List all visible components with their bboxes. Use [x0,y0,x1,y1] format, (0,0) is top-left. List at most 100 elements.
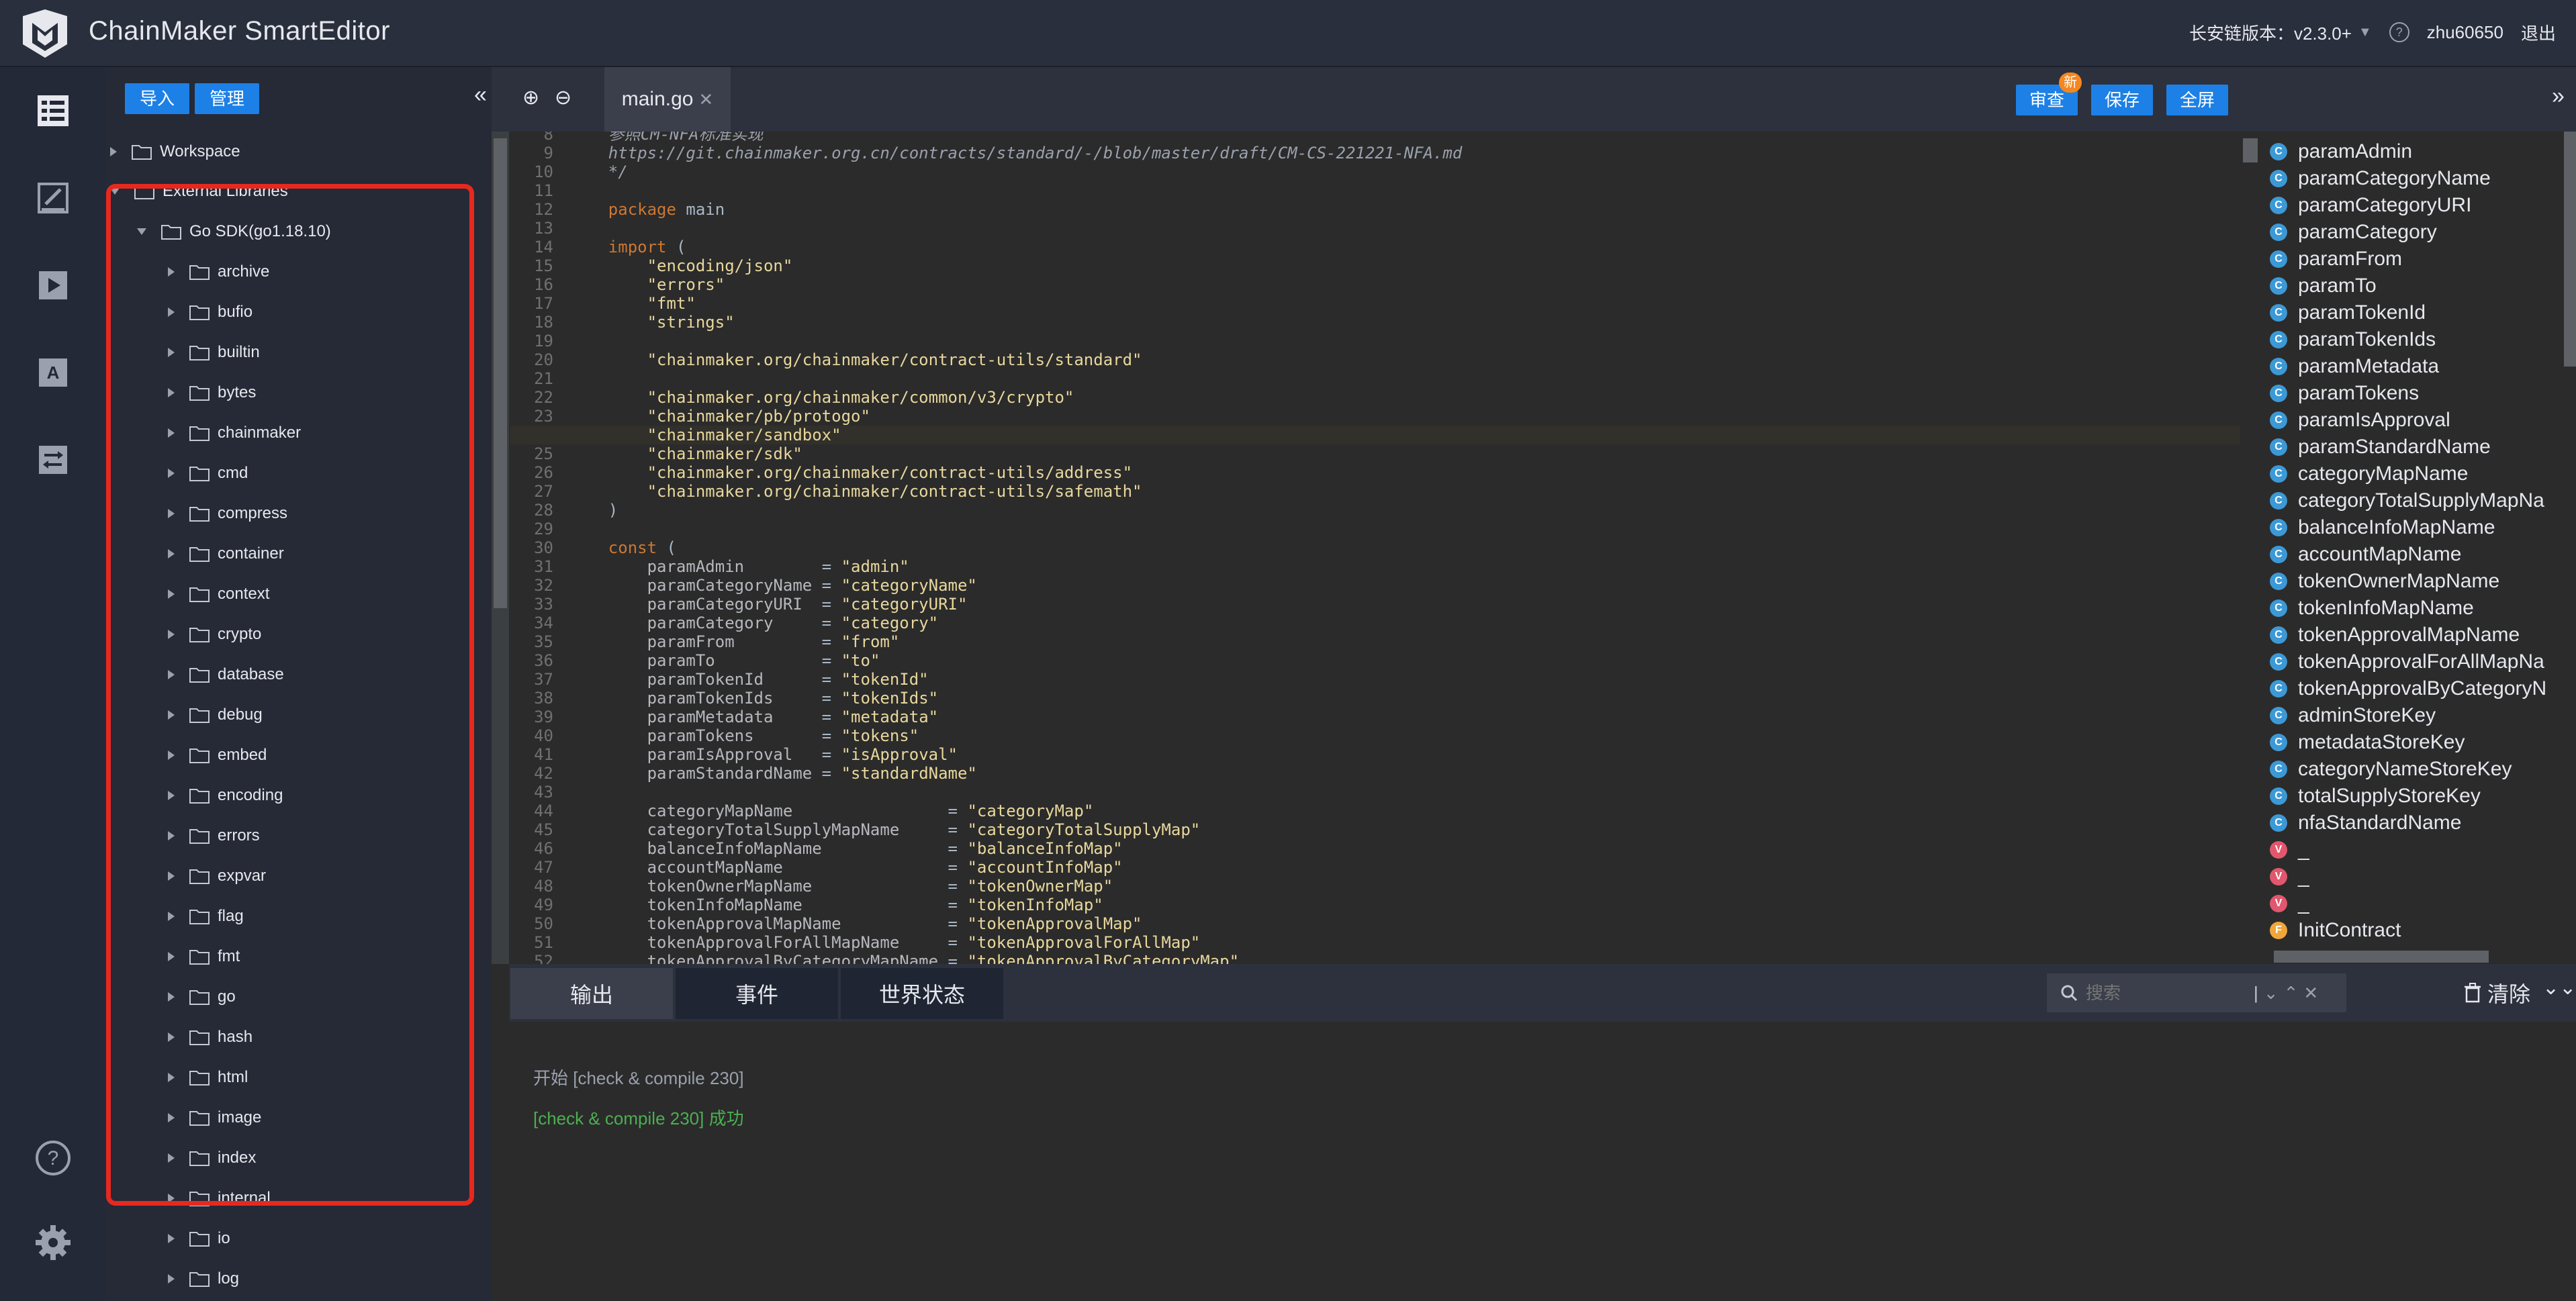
clear-output-button[interactable]: 清除 [2463,977,2530,1008]
import-button[interactable]: 导入 [125,83,190,114]
tree-item-workspace[interactable]: Workspace [106,132,492,171]
next-match-icon[interactable]: ⌄ [2264,983,2279,1004]
save-button[interactable]: 保存 [2091,85,2154,115]
tree-item-package[interactable]: builtin [106,333,492,372]
tree-item-package[interactable]: errors [106,816,492,855]
tree-item-package[interactable]: encoding [106,776,492,815]
tree-item-package[interactable]: compress [106,494,492,533]
code-scrollbar[interactable] [2240,132,2260,964]
tree-item-package[interactable]: debug [106,695,492,734]
tree-item-package[interactable]: image [106,1098,492,1137]
outline-item[interactable]: CcategoryMapName [2270,461,2468,487]
outline-item[interactable]: CparamTokenId [2270,299,2426,326]
deploy-icon[interactable]: A [34,353,73,392]
expand-arrow-icon[interactable] [168,1113,175,1122]
outline-item[interactable]: CcategoryNameStoreKey [2270,756,2512,783]
expand-arrow-icon[interactable] [168,871,175,881]
chevron-down-icon[interactable]: ▼ [2358,25,2372,40]
expand-arrow-icon[interactable] [168,348,175,357]
outline-horizontal-scrollbar[interactable] [2274,951,2489,963]
tree-item-package[interactable]: bytes [106,373,492,412]
outline-item[interactable]: V _ [2270,836,2309,863]
expand-arrow-icon[interactable] [168,428,175,438]
collapse-right-icon[interactable]: » [2552,83,2565,109]
tree-item-package[interactable]: bufio [106,293,492,332]
tree-item-package[interactable]: archive [106,252,492,291]
tree-item-package[interactable]: go [106,977,492,1016]
expand-arrow-icon[interactable] [168,549,175,559]
expand-arrow-icon[interactable] [168,791,175,800]
tree-item-package[interactable]: crypto [106,615,492,654]
expand-arrow-icon[interactable] [168,831,175,840]
outline-item[interactable]: CbalanceInfoMapName [2270,514,2495,541]
logout-link[interactable]: 退出 [2521,20,2556,45]
manage-button[interactable]: 管理 [195,83,260,114]
outline-item[interactable]: CparamTokenIds [2270,326,2436,353]
collapse-arrow-icon[interactable] [137,228,146,235]
outline-item[interactable]: CaccountMapName [2270,541,2461,568]
outline-scrollbar[interactable] [2564,132,2576,367]
tab-world-state[interactable]: 世界状态 [841,968,1003,1019]
tree-item-go-sdk[interactable]: Go SDK(go1.18.10) [106,212,492,251]
settings-gear-icon[interactable] [34,1223,73,1262]
run-icon[interactable] [34,266,73,305]
outline-item[interactable]: CparamStandardName [2270,434,2491,461]
tab-output[interactable]: 输出 [510,968,673,1019]
tree-item-package[interactable]: index [106,1139,492,1177]
search-input[interactable] [2084,981,2248,1004]
expand-arrow-icon[interactable] [168,952,175,961]
expand-arrow-icon[interactable] [168,1153,175,1163]
scrollbar-thumb[interactable] [494,138,507,608]
tree-scrollbar[interactable] [492,132,509,964]
outline-item[interactable]: F InitContract [2270,917,2401,944]
close-tab-icon[interactable]: ✕ [698,89,713,110]
fullscreen-button[interactable]: 全屏 [2166,85,2229,115]
tree-item-package[interactable]: hash [106,1018,492,1057]
collapse-arrow-icon[interactable] [110,188,120,195]
expand-arrow-icon[interactable] [168,751,175,760]
help-icon[interactable]: ? [2389,22,2409,42]
zoom-out-icon[interactable]: ⊖ [555,86,571,109]
prev-match-icon[interactable]: ⌃ [2284,983,2299,1004]
outline-item[interactable]: CcategoryTotalSupplyMapNa [2270,487,2544,514]
tree-item-package[interactable]: database [106,655,492,694]
expand-arrow-icon[interactable] [168,307,175,317]
expand-arrow-icon[interactable] [168,509,175,518]
file-tab-main-go[interactable]: main.go ✕ [604,67,731,132]
outline-item[interactable]: CparamFrom [2270,246,2402,273]
expand-arrow-icon[interactable] [168,992,175,1002]
expand-arrow-icon[interactable] [168,589,175,599]
close-search-icon[interactable]: ✕ [2303,983,2318,1004]
expand-arrow-icon[interactable] [168,469,175,478]
outline-item[interactable]: CtokenOwnerMapName [2270,568,2499,595]
tree-item-package[interactable]: cmd [106,454,492,493]
expand-arrow-icon[interactable] [168,710,175,720]
outline-item[interactable]: CtotalSupplyStoreKey [2270,783,2481,810]
outline-item[interactable]: CparamCategory [2270,219,2437,246]
tree-item-package[interactable]: io [106,1219,492,1258]
expand-arrow-icon[interactable] [110,147,117,156]
code-editor[interactable]: 8 参照CM-NFA标准实现 9 https://git.chainmaker.o… [492,132,2240,964]
transfer-icon[interactable] [34,440,73,479]
outline-item[interactable]: CnfaStandardName [2270,810,2462,836]
outline-item[interactable]: CparamCategoryURI [2270,192,2471,219]
tree-item-package[interactable]: container [106,534,492,573]
tab-events[interactable]: 事件 [676,968,838,1019]
tree-item-package[interactable]: internal [106,1179,492,1218]
tree-item-package[interactable]: context [106,575,492,614]
expand-arrow-icon[interactable] [168,670,175,679]
outline-item[interactable]: CparamCategoryName [2270,165,2491,192]
outline-item[interactable]: CparamTokens [2270,380,2419,407]
zoom-in-icon[interactable]: ⊕ [522,86,539,109]
outline-item[interactable]: CmetadataStoreKey [2270,729,2465,756]
tree-item-package[interactable]: log [106,1259,492,1298]
outline-item[interactable]: V _ [2270,890,2309,917]
outline-item[interactable]: CadminStoreKey [2270,702,2436,729]
collapse-panel-icon[interactable]: ⌄⌄ [2542,976,2576,1000]
tree-item-package[interactable]: html [106,1058,492,1097]
file-list-icon[interactable] [34,91,73,130]
expand-arrow-icon[interactable] [168,912,175,921]
expand-arrow-icon[interactable] [168,630,175,639]
outline-item[interactable]: CparamMetadata [2270,353,2439,380]
expand-arrow-icon[interactable] [168,388,175,397]
